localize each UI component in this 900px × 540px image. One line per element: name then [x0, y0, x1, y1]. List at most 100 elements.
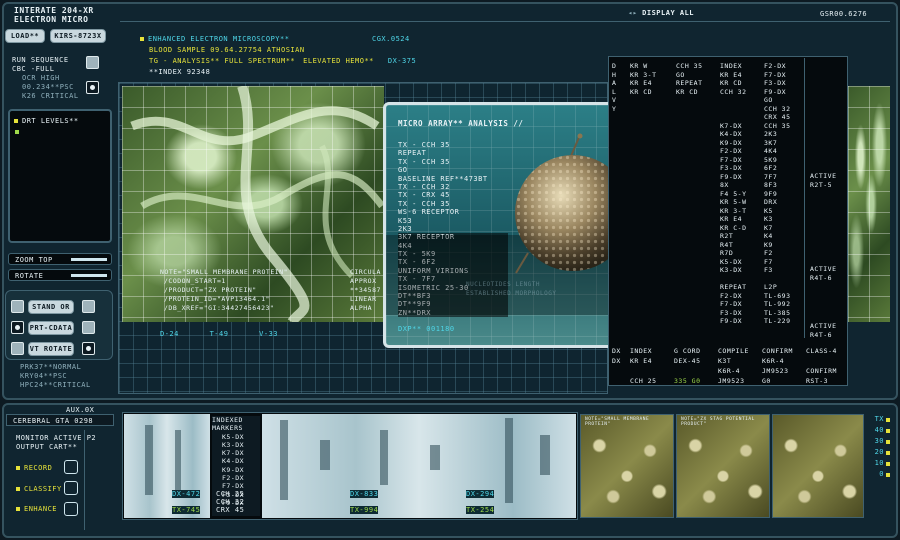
bottom-icon-column [64, 460, 78, 516]
table-cell: K6R-4 [718, 367, 741, 375]
info-line-3c: DX-375 [387, 57, 417, 65]
prt-cdata-toggle[interactable] [82, 321, 95, 334]
popup-list-item[interactable]: WS-6 RECEPTOR [398, 208, 508, 216]
gel-label: CRX 45 [216, 506, 245, 514]
marker: F2-DX [222, 474, 245, 483]
classify-icon[interactable] [64, 481, 78, 495]
virus-note: NOTE="SMALL MEMBRANE PROTEIN" [585, 417, 650, 427]
tx-scale-label: 40 [874, 426, 884, 434]
active-label: ACTIVE [810, 172, 837, 180]
popup-list-item[interactable]: K53 [398, 217, 508, 225]
popup-list-item[interactable]: TX - CRX 45 [398, 191, 508, 199]
note-line: /PRODUCT="ZX PROTEIN" [164, 286, 257, 294]
note-line: /PROTEIN_ID="AVP13464.1" [164, 295, 270, 303]
status-led-icon [886, 451, 890, 455]
table-cell [720, 113, 746, 122]
microscopy-image-edge [848, 86, 890, 322]
drt-levels-panel: DRT LEVELS** [8, 109, 112, 243]
tx-scale-label: 30 [874, 437, 884, 445]
enhance-control[interactable]: ENHANCE [16, 505, 57, 513]
zoom-slider-track [71, 258, 107, 261]
marker: K7-DX [222, 449, 245, 458]
classify-control[interactable]: CLASSIFY [16, 485, 62, 493]
table-cell: CLASS-4 [806, 347, 837, 355]
cerebral-header: CEREBRAL GTA 0298 [6, 414, 114, 426]
table-cell: K7-DX [720, 121, 743, 130]
info-line-3b: ELEVATED HEMO** [303, 57, 374, 65]
table-cell: CCH 32 [720, 87, 747, 96]
stand-or-button[interactable]: STAND OR [28, 300, 74, 314]
run-sequence-toggle[interactable] [86, 56, 99, 69]
info-line-3: TG - ANALYSIS** FULL SPECTRUM** [149, 57, 296, 65]
vt-rotate-button[interactable]: VT ROTATE [28, 342, 74, 356]
table-cell: F3-DX [764, 79, 787, 87]
display-all-control[interactable]: ◂▸ DISPLAY ALL [628, 9, 694, 17]
vt-rotate-toggle[interactable] [11, 342, 24, 355]
status-led-icon [140, 37, 144, 41]
status-led-icon [15, 130, 19, 134]
stand-or-toggle[interactable] [11, 300, 24, 313]
axis-label: T-49 [209, 330, 229, 338]
popup-list-item[interactable]: GO [398, 166, 508, 174]
display-all-label: DISPLAY ALL [642, 9, 695, 17]
virus-micrograph-1: NOTE="SMALL MEMBRANE PROTEIN" [580, 414, 674, 518]
table-cell: R2T [720, 232, 734, 240]
table-cell: GO [676, 70, 685, 79]
table-cell: F7-DX [764, 70, 787, 79]
record-icon[interactable] [64, 460, 78, 474]
app-title-line2: ELECTRON MICRO [14, 15, 89, 24]
run-sequence-line: K26 CRITICAL [22, 92, 79, 100]
table-cell: 2K3 [764, 130, 778, 138]
table-cell: DRX [764, 198, 778, 206]
popup-list-item[interactable]: TX - CCH 35 [398, 200, 508, 208]
table-cell: 6F2 [764, 164, 778, 172]
popup-list-item[interactable]: TX - CCH 35 [398, 158, 508, 166]
popup-list-item[interactable]: REPEAT [398, 149, 508, 157]
classify-label: CLASSIFY [24, 485, 62, 493]
kirs-button[interactable]: KIRS-8723X [50, 29, 106, 43]
table-cell: F2-DX [764, 62, 787, 70]
rotate-control[interactable]: ROTATE [8, 269, 112, 281]
top-bar [120, 8, 890, 22]
stand-or-toggle-right[interactable] [82, 300, 95, 313]
load-button[interactable]: LOAD** [5, 29, 45, 43]
table-cell: 8X [720, 181, 729, 189]
popup-list-item[interactable]: TX - CCH 32 [398, 183, 508, 191]
table-cell: KR CD [630, 87, 653, 96]
rotate-label: ROTATE [15, 272, 44, 280]
zoom-top-control[interactable]: ZOOM TOP [8, 253, 112, 265]
table-cell: GO [764, 96, 773, 104]
table-cell: F2-DX [720, 291, 743, 300]
vt-rotate-radio[interactable] [82, 342, 95, 355]
record-radio[interactable] [86, 81, 99, 94]
enhance-label: ENHANCE [24, 505, 58, 513]
enhance-icon[interactable] [64, 502, 78, 516]
table-cell: K9-DX [720, 138, 743, 147]
note-line: NOTE="SMALL MEMBRANE PROTEIN" [160, 268, 288, 276]
active-label: ACTIVE [810, 265, 837, 273]
popup-list-item[interactable]: TX - CCH 35 [398, 141, 508, 149]
table-cell: CRX 45 [764, 113, 791, 121]
rotate-slider-track [71, 274, 107, 277]
popup-list-item[interactable]: BASELINE REF**473BT [398, 175, 508, 183]
run-sequence-line: RUN SEQUENCE [12, 56, 69, 64]
status-led-icon [16, 466, 20, 470]
table-cell: 335 G0 [674, 377, 701, 385]
table-cell: F2 [764, 249, 773, 257]
active-label: ACTIVE [810, 322, 837, 330]
table-col-d: F2-DX F7-DX F3-DX F9-DX GO CCH 32 CRX 45… [764, 62, 790, 326]
table-cell: 4K4 [764, 147, 778, 155]
status-led-icon [16, 507, 20, 511]
active-code: R2T-5 [810, 180, 833, 189]
table-cell: KR E4 [720, 70, 743, 79]
record-control[interactable]: RECORD [16, 464, 52, 472]
tx-scale-label: 0 [879, 470, 884, 478]
virus-note: NOTE="ZX STAG POTENTIAL PRODUCT" [681, 417, 755, 427]
info-line-4: **INDEX 92348 [149, 68, 211, 76]
prt-cdata-button[interactable]: PRT-CDATA [28, 321, 74, 335]
popup-list-item[interactable]: 2K3 [398, 225, 508, 233]
table-cell: F9-DX [720, 172, 743, 181]
run-sequence-line: 00.234**PSC [22, 83, 74, 91]
side-letter: V [612, 96, 617, 104]
prt-cdata-radio[interactable] [11, 321, 24, 334]
